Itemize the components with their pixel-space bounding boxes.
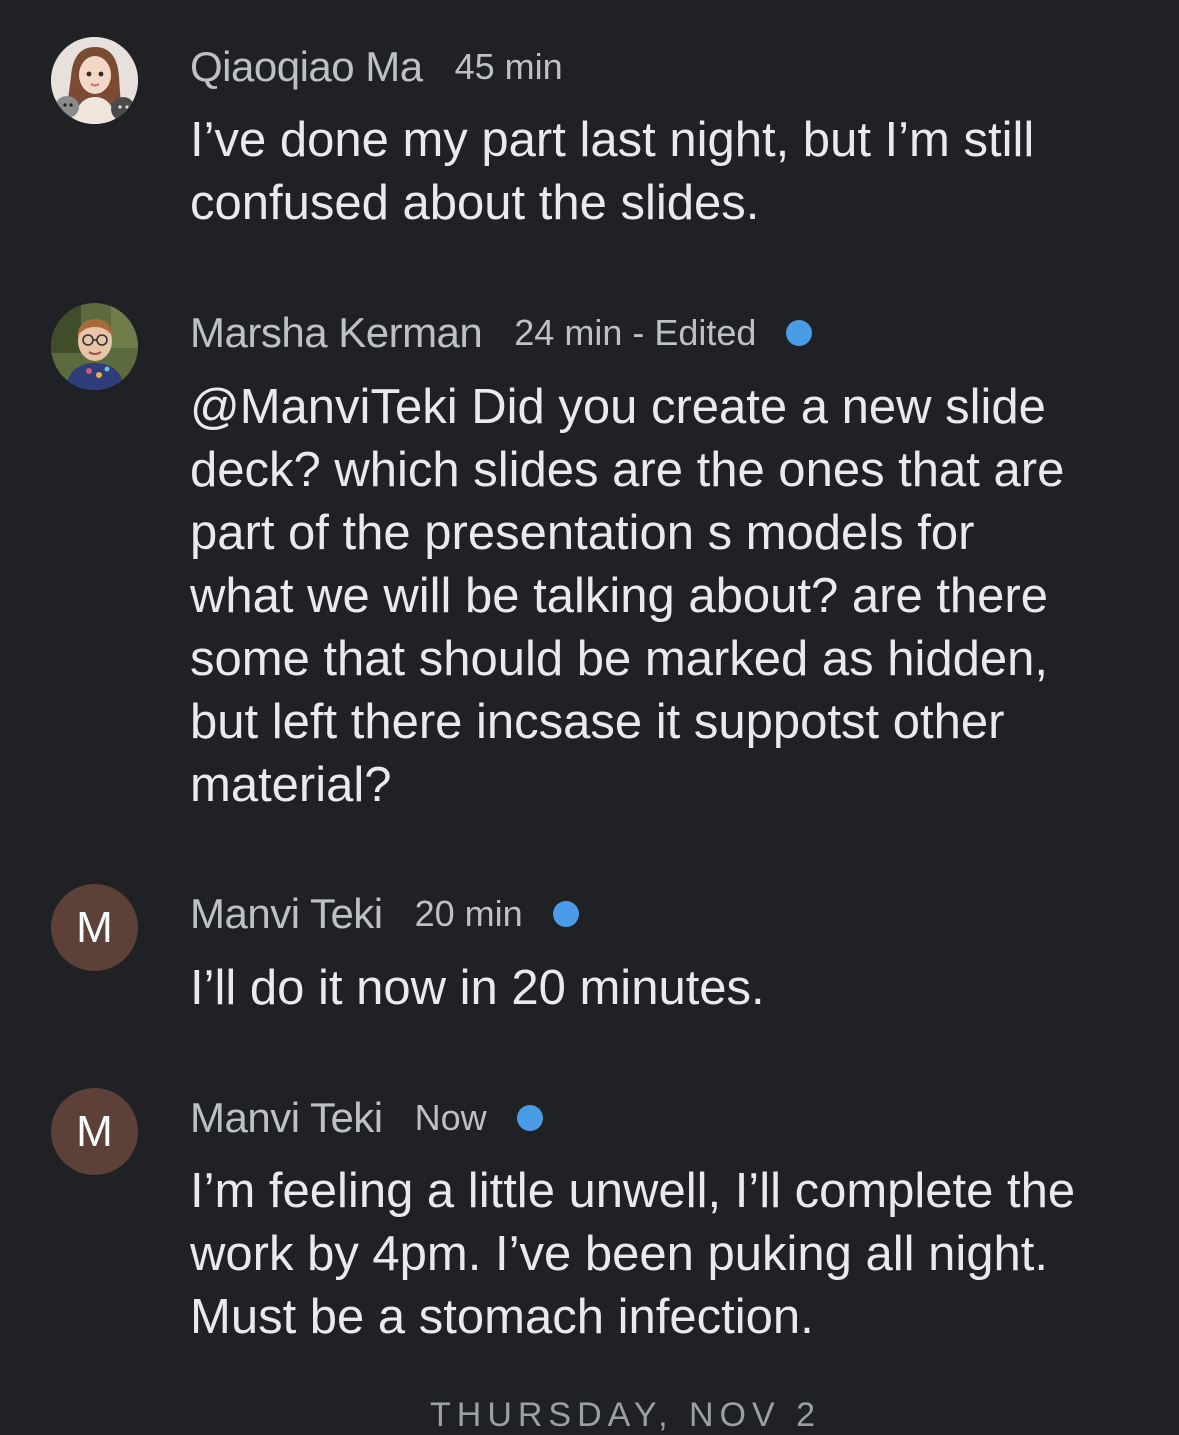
timestamp: 45 min xyxy=(454,46,563,87)
timestamp: 24 min - Edited xyxy=(514,312,757,353)
avatar-photo-image xyxy=(51,303,138,390)
comment-line: what we will be talking about? are there xyxy=(190,569,1049,623)
comment-line: part of the presentation s models for xyxy=(190,506,975,560)
avatar[interactable]: M xyxy=(51,884,138,971)
avatar[interactable] xyxy=(51,303,138,390)
unread-dot-icon xyxy=(516,1105,543,1131)
avatar-illustration-image xyxy=(51,37,138,124)
comment-line: I’m feeling a little unwell, I’ll comple… xyxy=(190,1164,1076,1218)
avatar-initial: M xyxy=(76,902,113,952)
comment-line: confused about the slides. xyxy=(190,176,760,230)
comment-header: Manvi Teki Now xyxy=(190,1088,543,1148)
comment-line: I’ll do it now in 20 minutes. xyxy=(190,961,765,1015)
comment-body: @ManviTeki Did you create a new slide de… xyxy=(190,376,1150,817)
author-name[interactable]: Manvi Teki xyxy=(190,890,383,938)
unread-dot-icon xyxy=(552,901,579,927)
comment-header: Manvi Teki 20 min xyxy=(190,884,579,944)
comment-line: material? xyxy=(190,758,392,812)
comment-header: Marsha Kerman 24 min - Edited xyxy=(190,303,813,363)
comment-body: I’ll do it now in 20 minutes. xyxy=(190,957,1150,1020)
comment-line: Must be a stomach infection. xyxy=(190,1290,814,1344)
avatar[interactable] xyxy=(51,37,138,124)
comment-line: work by 4pm. I’ve been puking all night. xyxy=(190,1227,1048,1281)
comment-line: I’ve done my part last night, but I’m st… xyxy=(190,113,1035,167)
author-name[interactable]: Manvi Teki xyxy=(190,1094,383,1142)
comment-header: Qiaoqiao Ma 45 min xyxy=(190,37,563,97)
timestamp: 20 min xyxy=(414,893,523,934)
comment-body: I’m feeling a little unwell, I’ll comple… xyxy=(190,1160,1150,1349)
author-name[interactable]: Qiaoqiao Ma xyxy=(190,43,423,91)
comment-body: I’ve done my part last night, but I’m st… xyxy=(190,109,1150,235)
unread-dot-icon xyxy=(786,320,813,346)
timestamp: Now xyxy=(414,1097,487,1138)
comment-line: some that should be marked as hidden, xyxy=(190,632,1049,686)
avatar[interactable]: M xyxy=(51,1088,138,1175)
comment-line: deck? which slides are the ones that are xyxy=(190,443,1065,497)
comment-line: but left there incsase it suppotst other xyxy=(190,695,1005,749)
date-divider: THURSDAY, NOV 2 xyxy=(430,1396,822,1434)
author-name[interactable]: Marsha Kerman xyxy=(190,309,483,357)
avatar-initial: M xyxy=(76,1106,113,1156)
comment-line: @ManviTeki Did you create a new slide xyxy=(190,380,1046,434)
